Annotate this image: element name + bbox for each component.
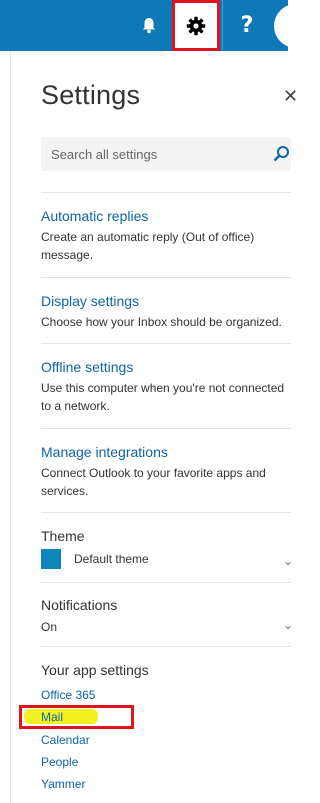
divider <box>41 192 291 193</box>
display-settings-description: Choose how your Inbox should be organize… <box>41 315 282 329</box>
notifications-value[interactable]: On <box>41 620 57 634</box>
display-settings-link[interactable]: Display settings <box>41 292 291 310</box>
offline-settings-description: Use this computer when you're not connec… <box>41 381 285 413</box>
offline-settings-link[interactable]: Offline settings <box>41 358 291 376</box>
bell-icon <box>143 18 155 34</box>
page-title: Settings <box>41 80 141 110</box>
topbar-divider <box>222 0 223 51</box>
gear-icon <box>186 16 206 35</box>
manage-integrations-section[interactable]: Manage integrations Connect Outlook to y… <box>41 443 291 500</box>
mail-annotation-box <box>19 705 134 729</box>
people-link[interactable]: People <box>41 755 78 769</box>
divider <box>41 582 291 583</box>
search-box <box>41 137 291 171</box>
theme-label: Theme <box>41 528 85 544</box>
divider <box>41 512 291 513</box>
divider <box>41 428 291 429</box>
chevron-down-icon[interactable]: ⌄ <box>283 618 293 632</box>
divider <box>41 343 291 344</box>
help-button[interactable]: ? <box>224 0 270 51</box>
manage-integrations-link[interactable]: Manage integrations <box>41 443 291 461</box>
divider <box>41 277 291 278</box>
office-365-link[interactable]: Office 365 <box>41 688 95 702</box>
search-icon[interactable] <box>273 145 291 163</box>
divider <box>41 646 291 647</box>
automatic-replies-description: Create an automatic reply (Out of office… <box>41 230 255 262</box>
app-settings-section: Your app settings <box>41 661 291 679</box>
mail-link[interactable]: Mail <box>41 710 63 724</box>
automatic-replies-link[interactable]: Automatic replies <box>41 207 291 225</box>
calendar-link[interactable]: Calendar <box>41 733 90 747</box>
automatic-replies-section[interactable]: Automatic replies Create an automatic re… <box>41 207 291 264</box>
avatar[interactable] <box>274 4 318 48</box>
search-input[interactable] <box>41 145 263 163</box>
yammer-link[interactable]: Yammer <box>41 777 85 791</box>
app-settings-label: Your app settings <box>41 662 149 678</box>
offline-settings-section[interactable]: Offline settings Use this computer when … <box>41 358 291 415</box>
chevron-down-icon[interactable]: ⌄ <box>283 554 293 568</box>
notifications-label: Notifications <box>41 597 118 613</box>
manage-integrations-description: Connect Outlook to your favorite apps an… <box>41 466 266 498</box>
display-settings-section[interactable]: Display settings Choose how your Inbox s… <box>41 292 291 331</box>
help-icon: ? <box>240 13 254 38</box>
notifications-section[interactable]: Notifications <box>41 596 291 614</box>
notifications-button[interactable] <box>126 0 172 51</box>
theme-section[interactable]: Theme <box>41 527 291 545</box>
settings-gear-button[interactable] <box>172 0 220 51</box>
theme-swatch[interactable] <box>41 549 61 569</box>
theme-value[interactable]: Default theme <box>74 552 149 566</box>
close-icon[interactable]: ✕ <box>283 86 298 107</box>
